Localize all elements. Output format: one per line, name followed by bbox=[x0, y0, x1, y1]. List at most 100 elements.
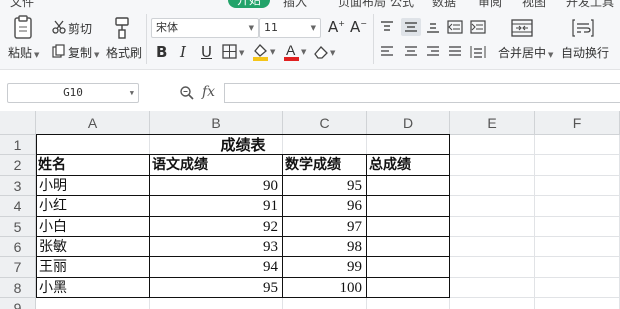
justify-icon[interactable] bbox=[448, 45, 462, 59]
table-cell-total[interactable] bbox=[367, 176, 449, 196]
menu-data[interactable]: 数据 bbox=[432, 0, 456, 8]
copy-icon[interactable] bbox=[52, 44, 66, 58]
table-cell-math[interactable]: 98 bbox=[283, 237, 366, 257]
copy-button[interactable]: 复制 ▼ bbox=[68, 44, 99, 61]
column-header-c[interactable]: C bbox=[283, 111, 367, 135]
table-header-cell[interactable]: 语文成绩 bbox=[150, 155, 282, 175]
clear-format-icon[interactable]: ▼ bbox=[313, 44, 339, 60]
gridline-col bbox=[534, 135, 535, 309]
align-center-icon[interactable] bbox=[404, 45, 418, 59]
fill-color-icon[interactable]: ▼ bbox=[251, 42, 277, 62]
table-cell-math[interactable]: 99 bbox=[283, 257, 366, 277]
table-cell-name[interactable]: 小红 bbox=[36, 196, 149, 216]
formula-input[interactable] bbox=[224, 83, 620, 103]
menu-page-layout[interactable]: 页面布局 bbox=[338, 0, 386, 8]
table-cell-total[interactable] bbox=[367, 196, 449, 216]
spreadsheet-grid: A B C D E F 1 2 3 4 5 6 7 8 9 成绩表 姓名 语文成绩 数学成绩 总成绩 小明 90 95 小红 9… bbox=[0, 111, 620, 309]
svg-text:▼: ▼ bbox=[239, 49, 245, 57]
row-header-6[interactable]: 6 bbox=[0, 237, 36, 258]
table-cell-chinese[interactable]: 93 bbox=[150, 237, 282, 257]
column-header-f[interactable]: F bbox=[535, 111, 620, 135]
row-header-3[interactable]: 3 bbox=[0, 175, 36, 197]
table-cell-total[interactable] bbox=[367, 237, 449, 257]
table-header-cell[interactable]: 数学成绩 bbox=[283, 155, 366, 175]
column-header-d[interactable]: D bbox=[367, 111, 450, 135]
italic-button[interactable]: I bbox=[180, 42, 186, 62]
bold-button[interactable]: B bbox=[156, 42, 167, 62]
merge-center-button[interactable]: 合并居中 ▼ bbox=[498, 44, 553, 61]
wrap-text-icon[interactable] bbox=[572, 18, 594, 38]
table-cell-total[interactable] bbox=[367, 217, 449, 237]
align-middle-icon[interactable] bbox=[401, 18, 421, 36]
paste-icon[interactable] bbox=[10, 14, 38, 40]
table-cell-chinese[interactable]: 91 bbox=[150, 196, 282, 216]
column-header-a[interactable]: A bbox=[36, 111, 150, 135]
decrease-font-icon[interactable]: A− bbox=[350, 18, 367, 36]
table-cell-chinese[interactable]: 94 bbox=[150, 257, 282, 277]
font-color-icon[interactable]: A ▼ bbox=[282, 42, 308, 62]
row-header-4[interactable]: 4 bbox=[0, 196, 36, 217]
menu-review[interactable]: 审阅 bbox=[478, 0, 502, 8]
table-cell-chinese[interactable]: 95 bbox=[150, 278, 282, 298]
merge-center-icon[interactable] bbox=[511, 18, 533, 38]
increase-font-icon[interactable]: A+ bbox=[328, 18, 345, 36]
table-cell-math[interactable]: 96 bbox=[283, 196, 366, 216]
align-left-icon[interactable] bbox=[380, 45, 394, 59]
table-cell-name[interactable]: 小白 bbox=[36, 217, 149, 237]
menu-insert[interactable]: 插入 bbox=[283, 0, 307, 8]
scissors-icon[interactable] bbox=[52, 20, 66, 34]
column-header-e[interactable]: E bbox=[450, 111, 535, 135]
decrease-indent-icon[interactable] bbox=[447, 20, 463, 34]
cut-button[interactable]: 剪切 bbox=[68, 20, 92, 37]
row-header-2[interactable]: 2 bbox=[0, 155, 36, 176]
row-header-8[interactable]: 8 bbox=[0, 277, 36, 299]
svg-text:▼: ▼ bbox=[270, 48, 276, 56]
svg-text:▼: ▼ bbox=[330, 49, 336, 57]
column-header-b[interactable]: B bbox=[150, 111, 283, 135]
table-title[interactable]: 成绩表 bbox=[36, 135, 450, 155]
row-header-1[interactable]: 1 bbox=[0, 135, 36, 156]
format-painter-icon[interactable] bbox=[113, 16, 133, 40]
underline-button[interactable]: U bbox=[201, 42, 212, 62]
table-cell-chinese[interactable]: 90 bbox=[150, 176, 282, 196]
align-top-icon[interactable] bbox=[380, 20, 394, 34]
zoom-icon[interactable] bbox=[179, 85, 195, 101]
formula-bar: G10 ▼ fx bbox=[0, 71, 620, 111]
font-name-select[interactable]: 宋体 ▼ bbox=[151, 18, 259, 38]
menu-home[interactable]: 开始 bbox=[228, 0, 271, 8]
select-all-corner[interactable] bbox=[0, 111, 36, 135]
table-cell-name[interactable]: 小明 bbox=[36, 176, 149, 196]
table-header-cell[interactable]: 总成绩 bbox=[367, 155, 449, 175]
ribbon-divider bbox=[373, 14, 374, 64]
name-box[interactable]: G10 ▼ bbox=[7, 83, 139, 103]
table-cell-name[interactable]: 小黑 bbox=[36, 278, 149, 298]
menu-developer[interactable]: 开发工具 bbox=[566, 0, 614, 8]
increase-indent-icon[interactable] bbox=[470, 20, 486, 34]
align-right-icon[interactable] bbox=[426, 45, 440, 59]
insert-function-icon[interactable]: fx bbox=[202, 84, 215, 100]
table-cell-math[interactable]: 97 bbox=[283, 217, 366, 237]
table-cell-name[interactable]: 张敏 bbox=[36, 237, 149, 257]
wrap-text-button[interactable]: 自动换行 bbox=[561, 44, 609, 61]
row-header-5[interactable]: 5 bbox=[0, 216, 36, 237]
paste-button[interactable]: 粘贴 ▼ bbox=[8, 44, 39, 61]
align-bottom-icon[interactable] bbox=[426, 20, 440, 34]
table-cell-total[interactable] bbox=[367, 278, 449, 298]
table-cell-total[interactable] bbox=[367, 257, 449, 277]
table-cell-name[interactable]: 王丽 bbox=[36, 257, 149, 277]
table-cell-math[interactable]: 100 bbox=[283, 278, 366, 298]
ribbon-divider bbox=[146, 14, 147, 64]
borders-icon[interactable]: ▼ bbox=[222, 44, 246, 60]
table-header-cell[interactable]: 姓名 bbox=[36, 155, 149, 175]
table-cell-chinese[interactable]: 92 bbox=[150, 217, 282, 237]
table-cell-math[interactable]: 95 bbox=[283, 176, 366, 196]
font-size-select[interactable]: 11 ▼ bbox=[259, 18, 321, 38]
menu-view[interactable]: 视图 bbox=[522, 0, 546, 8]
row-header-7[interactable]: 7 bbox=[0, 257, 36, 278]
menu-bar: 文件 开始 插入 页面布局 公式 数据 审阅 视图 开发工具 bbox=[0, 0, 620, 8]
format-painter-button[interactable]: 格式刷 bbox=[106, 44, 142, 61]
row-header-9[interactable]: 9 bbox=[0, 298, 36, 309]
distributed-align-icon[interactable] bbox=[470, 45, 486, 59]
menu-file[interactable]: 文件 bbox=[10, 0, 34, 8]
menu-formulas[interactable]: 公式 bbox=[390, 0, 414, 8]
